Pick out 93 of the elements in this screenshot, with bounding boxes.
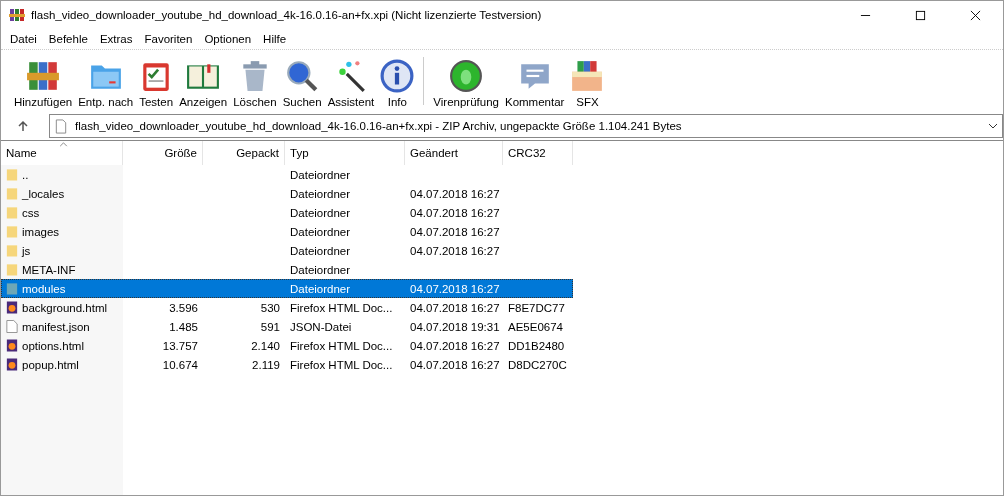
books-icon bbox=[26, 59, 61, 93]
table-cell: popup.html bbox=[22, 358, 79, 371]
table-cell: options.html bbox=[22, 339, 84, 352]
window-title: flash_video_downloader_youtube_hd_download_4k-16.0.16-an+fx.xpi (Nicht lizenzierte Testversion) bbox=[31, 9, 543, 21]
folder-icon bbox=[6, 262, 18, 277]
table-cell: _locales bbox=[22, 187, 65, 200]
file-row[interactable]: images Dateiordner 04.07.2018 16:27 bbox=[1, 222, 1003, 241]
table-cell: 3.596 bbox=[169, 301, 198, 314]
html-file-icon bbox=[6, 338, 18, 353]
toolbar-button[interactable]: Löschen bbox=[230, 52, 280, 110]
table-cell: 04.07.2018 19:31 bbox=[410, 320, 500, 333]
folder-icon bbox=[6, 243, 18, 258]
table-cell: 2.119 bbox=[252, 358, 280, 371]
file-row[interactable]: popup.html 10.674 2.119 Firefox HTML Doc... 04.07.2018 16:27 D8DC270C bbox=[1, 355, 1003, 374]
table-cell: 04.07.2018 16:27 bbox=[410, 339, 500, 352]
menu-item[interactable]: Extras bbox=[93, 33, 139, 45]
toolbar-button[interactable]: Entp. nach bbox=[75, 52, 137, 110]
box-icon bbox=[570, 59, 605, 93]
table-cell: css bbox=[22, 206, 40, 219]
table-cell: Dateiordner bbox=[290, 244, 351, 257]
search-icon bbox=[285, 59, 320, 93]
address-field[interactable]: flash_video_downloader_youtube_hd_download_4k-16.0.16-an+fx.xpi - ZIP Archiv, ungepackte Größe 1.104.241 Bytes bbox=[49, 114, 1003, 138]
table-cell: 13.757 bbox=[162, 339, 198, 352]
column-header[interactable]: Name bbox=[1, 141, 123, 165]
file-row[interactable]: background.html 3.596 530 Firefox HTML Doc... 04.07.2018 16:27 F8E7DC77 bbox=[1, 298, 1003, 317]
table-cell: Dateiordner bbox=[290, 263, 351, 276]
toolbar-button[interactable]: Hinzufügen bbox=[11, 52, 76, 110]
html-file-icon bbox=[6, 300, 18, 315]
toolbar-button[interactable]: Anzeigen bbox=[176, 52, 231, 110]
file-row[interactable]: .. Dateiordner bbox=[1, 165, 1003, 184]
table-cell: 1.485 bbox=[169, 320, 198, 333]
table-cell: META-INF bbox=[22, 263, 76, 276]
folder-icon bbox=[6, 205, 18, 220]
table-cell: 10.674 bbox=[162, 358, 198, 371]
table-cell: Firefox HTML Doc... bbox=[290, 358, 393, 371]
file-icon bbox=[6, 319, 18, 334]
table-cell: F8E7DC77 bbox=[508, 301, 565, 314]
toolbar-button[interactable]: Assistent bbox=[324, 52, 378, 110]
menu-item[interactable]: Favoriten bbox=[138, 33, 199, 45]
table-cell: 04.07.2018 16:27 bbox=[410, 358, 500, 371]
table-cell: 04.07.2018 16:27 bbox=[410, 244, 500, 257]
file-row[interactable]: manifest.json 1.485 591 JSON-Datei 04.07.2018 19:31 AE5E0674 bbox=[1, 317, 1003, 336]
table-cell: AE5E0674 bbox=[508, 320, 563, 333]
table-cell: D8DC270C bbox=[508, 358, 567, 371]
menu-item[interactable]: Datei bbox=[4, 33, 43, 45]
table-cell: 04.07.2018 16:27 bbox=[410, 225, 500, 238]
app-icon bbox=[9, 7, 25, 23]
dropdown-icon[interactable] bbox=[988, 123, 998, 129]
file-row[interactable]: META-INF Dateiordner bbox=[1, 260, 1003, 279]
table-cell: 04.07.2018 16:27 bbox=[410, 282, 500, 295]
toolbar-button[interactable]: SFX bbox=[567, 52, 608, 110]
table-cell: 530 bbox=[260, 301, 280, 314]
table-cell: 04.07.2018 16:27 bbox=[410, 187, 500, 200]
table-cell: images bbox=[22, 225, 60, 238]
up-arrow-icon[interactable] bbox=[17, 120, 29, 132]
toolbar-button[interactable]: Info bbox=[377, 52, 418, 110]
table-cell: manifest.json bbox=[22, 320, 90, 333]
toolbar-button[interactable]: Virenprüfung bbox=[430, 52, 502, 110]
table-cell: 04.07.2018 16:27 bbox=[410, 206, 500, 219]
table-cell: background.html bbox=[22, 301, 108, 314]
file-row[interactable]: _locales Dateiordner 04.07.2018 16:27 bbox=[1, 184, 1003, 203]
menu-item[interactable]: Optionen bbox=[198, 33, 258, 45]
table-cell: Dateiordner bbox=[290, 225, 351, 238]
table-cell: Dateiordner bbox=[290, 168, 351, 181]
toolbar-button[interactable]: Testen bbox=[136, 52, 177, 110]
file-row[interactable]: options.html 13.757 2.140 Firefox HTML Doc... 04.07.2018 16:27 DD1B2480 bbox=[1, 336, 1003, 355]
file-row[interactable]: modules Dateiordner 04.07.2018 16:27 bbox=[1, 279, 573, 298]
file-row[interactable]: css Dateiordner 04.07.2018 16:27 bbox=[1, 203, 1003, 222]
table-cell: .. bbox=[22, 168, 29, 181]
table-cell: Dateiordner bbox=[290, 282, 351, 295]
file-icon bbox=[55, 118, 67, 134]
table-cell: 04.07.2018 16:27 bbox=[410, 301, 500, 314]
table-cell: Dateiordner bbox=[290, 206, 351, 219]
menu-item[interactable]: Befehle bbox=[42, 33, 94, 45]
table-cell: js bbox=[22, 244, 31, 257]
folder-icon bbox=[6, 224, 18, 239]
toolbar-button[interactable]: Kommentar bbox=[501, 52, 568, 110]
table-cell: 2.140 bbox=[251, 339, 280, 352]
folder-icon bbox=[6, 186, 18, 201]
table-cell: Dateiordner bbox=[290, 187, 351, 200]
folder-icon bbox=[6, 281, 18, 296]
table-cell: JSON-Datei bbox=[290, 320, 352, 333]
html-file-icon bbox=[6, 357, 18, 372]
info-icon bbox=[380, 59, 415, 93]
toolbar-button[interactable]: Suchen bbox=[279, 52, 325, 110]
file-row[interactable]: js Dateiordner 04.07.2018 16:27 bbox=[1, 241, 1003, 260]
table-cell: Firefox HTML Doc... bbox=[290, 301, 393, 314]
table-cell: modules bbox=[22, 282, 66, 295]
folder-icon bbox=[6, 167, 18, 182]
table-cell: 591 bbox=[260, 320, 280, 333]
table-cell: Firefox HTML Doc... bbox=[290, 339, 393, 352]
menu-item[interactable]: Hilfe bbox=[257, 33, 293, 45]
table-cell: DD1B2480 bbox=[508, 339, 565, 352]
